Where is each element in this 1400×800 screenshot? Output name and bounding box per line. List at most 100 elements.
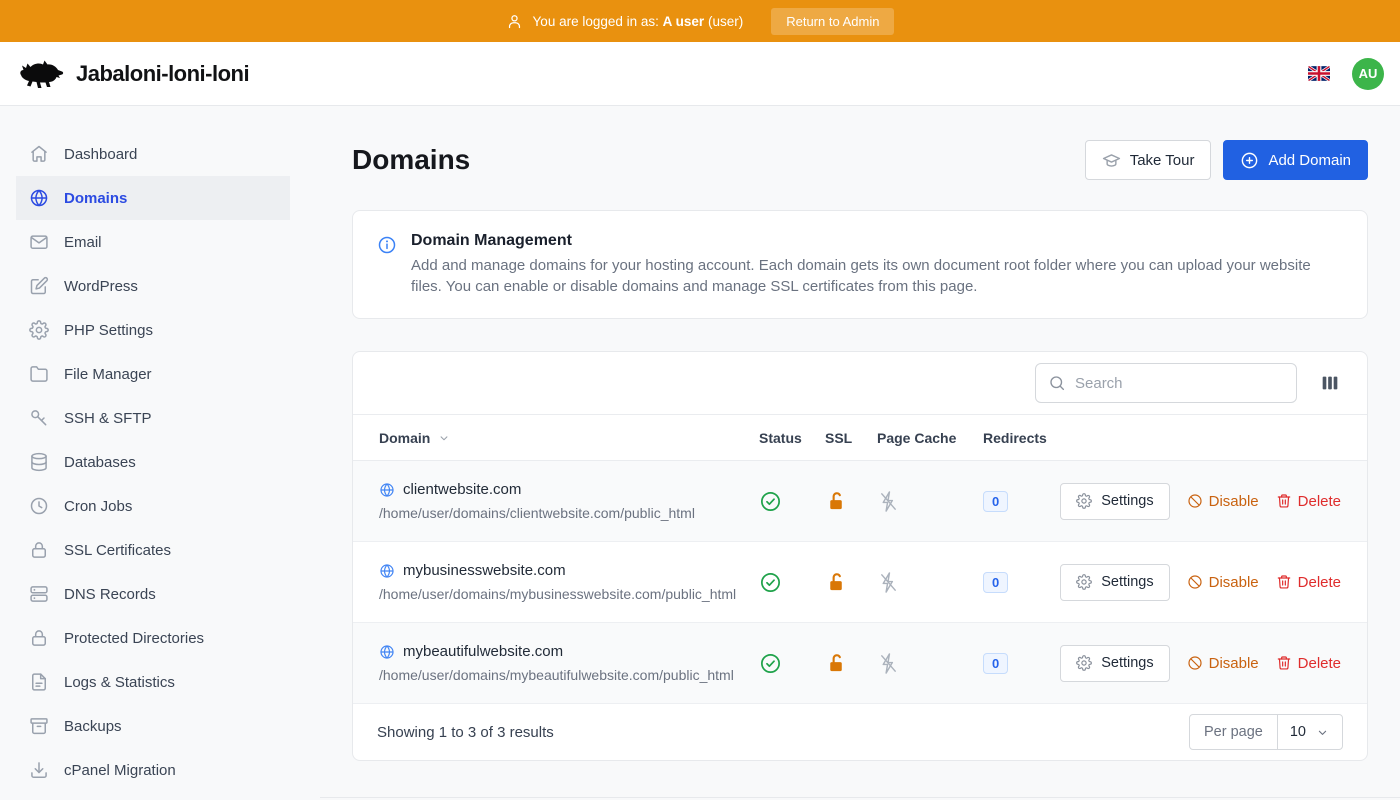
- mail-icon: [28, 232, 50, 252]
- page-title: Domains: [352, 144, 470, 176]
- domain-path: /home/user/domains/mybusinesswebsite.com…: [379, 586, 759, 602]
- sidebar-item[interactable]: Protected Directories: [16, 616, 290, 660]
- ssl-unlocked-icon[interactable]: [825, 652, 877, 675]
- domain-name[interactable]: mybeautifulwebsite.com: [403, 643, 563, 660]
- document-icon: [28, 672, 50, 692]
- sidebar-item-label: Backups: [64, 718, 122, 735]
- brand-name: Jabaloni-loni-loni: [76, 61, 249, 87]
- return-to-admin-button[interactable]: Return to Admin: [771, 8, 894, 35]
- page-cache-disabled-icon: [877, 571, 983, 594]
- sidebar-item-label: Protected Directories: [64, 630, 204, 647]
- domain-row: mybeautifulwebsite.com /home/user/domain…: [353, 623, 1367, 704]
- sidebar-item-label: DNS Records: [64, 586, 156, 603]
- column-header-domain[interactable]: Domain: [379, 430, 759, 446]
- impersonation-banner: You are logged in as: A user (user) Retu…: [0, 0, 1400, 42]
- redirects-count-badge[interactable]: 0: [983, 491, 1008, 512]
- add-domain-button[interactable]: Add Domain: [1223, 140, 1368, 180]
- redirects-count-badge[interactable]: 0: [983, 572, 1008, 593]
- delete-button[interactable]: Delete: [1276, 655, 1341, 672]
- domains-table-card: Domain Status SSL Page Cache Redirects: [352, 351, 1368, 761]
- footer-divider: [320, 797, 1400, 798]
- database-icon: [28, 452, 50, 472]
- banner-message: You are logged in as: A user (user): [533, 14, 744, 29]
- sidebar-item[interactable]: DNS Records: [16, 572, 290, 616]
- sidebar-item[interactable]: Backups: [16, 704, 290, 748]
- delete-button[interactable]: Delete: [1276, 493, 1341, 510]
- sidebar-item[interactable]: Cron Jobs: [16, 484, 290, 528]
- key-icon: [28, 408, 50, 428]
- sidebar: Dashboard Domains Email WordPress: [0, 106, 320, 800]
- take-tour-button[interactable]: Take Tour: [1085, 140, 1212, 180]
- page-cache-disabled-icon: [877, 652, 983, 675]
- column-header-ssl: SSL: [825, 430, 877, 446]
- domain-globe-icon: [379, 482, 395, 498]
- globe-icon: [28, 188, 50, 208]
- ssl-unlocked-icon[interactable]: [825, 490, 877, 513]
- sidebar-item-label: WordPress: [64, 278, 138, 295]
- delete-button[interactable]: Delete: [1276, 574, 1341, 591]
- ban-icon: [1187, 655, 1203, 671]
- trash-icon: [1276, 574, 1292, 590]
- per-page-select[interactable]: Per page 10: [1189, 714, 1343, 750]
- sidebar-item[interactable]: Dashboard: [16, 132, 290, 176]
- results-summary: Showing 1 to 3 of 3 results: [377, 724, 554, 741]
- disable-button[interactable]: Disable: [1187, 574, 1259, 591]
- column-header-page-cache: Page Cache: [877, 430, 983, 446]
- redirects-count-badge[interactable]: 0: [983, 653, 1008, 674]
- gear-icon: [1076, 655, 1092, 671]
- domain-path: /home/user/domains/clientwebsite.com/pub…: [379, 505, 759, 521]
- lock-icon: [28, 540, 50, 560]
- domain-name[interactable]: mybusinesswebsite.com: [403, 562, 566, 579]
- column-header-status: Status: [759, 430, 825, 446]
- pencil-square-icon: [28, 276, 50, 296]
- info-card-body: Add and manage domains for your hosting …: [411, 256, 1311, 297]
- settings-button[interactable]: Settings: [1060, 564, 1169, 601]
- status-enabled-icon: [759, 490, 825, 513]
- settings-button[interactable]: Settings: [1060, 645, 1169, 682]
- domain-row: clientwebsite.com /home/user/domains/cli…: [353, 461, 1367, 542]
- sidebar-item[interactable]: WordPress: [16, 264, 290, 308]
- disable-button[interactable]: Disable: [1187, 655, 1259, 672]
- sort-chevron-icon: [437, 431, 451, 445]
- sidebar-item[interactable]: Logs & Statistics: [16, 660, 290, 704]
- sidebar-item-label: Logs & Statistics: [64, 674, 175, 691]
- disable-button[interactable]: Disable: [1187, 493, 1259, 510]
- domain-row: mybusinesswebsite.com /home/user/domains…: [353, 542, 1367, 623]
- sidebar-item[interactable]: Domains: [16, 176, 290, 220]
- trash-icon: [1276, 655, 1292, 671]
- search-icon: [1048, 374, 1066, 392]
- sidebar-item-label: cPanel Migration: [64, 762, 176, 779]
- domain-name[interactable]: clientwebsite.com: [403, 481, 521, 498]
- search-box: [1035, 363, 1297, 403]
- status-enabled-icon: [759, 652, 825, 675]
- ban-icon: [1187, 574, 1203, 590]
- sidebar-item[interactable]: SSL Certificates: [16, 528, 290, 572]
- archive-icon: [28, 716, 50, 736]
- ssl-unlocked-icon[interactable]: [825, 571, 877, 594]
- brand[interactable]: Jabaloni-loni-loni: [16, 57, 249, 91]
- sidebar-item-label: SSL Certificates: [64, 542, 171, 559]
- sidebar-item-label: Dashboard: [64, 146, 137, 163]
- plus-circle-icon: [1240, 151, 1259, 170]
- language-flag-icon[interactable]: [1308, 66, 1330, 81]
- server-icon: [28, 584, 50, 604]
- sidebar-item[interactable]: File Manager: [16, 352, 290, 396]
- domain-path: /home/user/domains/mybeautifulwebsite.co…: [379, 667, 759, 683]
- sidebar-item[interactable]: SSH & SFTP: [16, 396, 290, 440]
- avatar[interactable]: AU: [1352, 58, 1384, 90]
- gear-icon: [1076, 574, 1092, 590]
- info-icon: [377, 235, 397, 297]
- search-input[interactable]: [1075, 375, 1284, 392]
- sidebar-item[interactable]: Email: [16, 220, 290, 264]
- sidebar-item[interactable]: PHP Settings: [16, 308, 290, 352]
- table-body: clientwebsite.com /home/user/domains/cli…: [353, 461, 1367, 704]
- column-header-redirects: Redirects: [983, 430, 1069, 446]
- chevron-down-icon: [1315, 725, 1330, 740]
- sidebar-item-label: Databases: [64, 454, 136, 471]
- column-toggle-icon[interactable]: [1317, 370, 1343, 396]
- sidebar-item[interactable]: Databases: [16, 440, 290, 484]
- settings-button[interactable]: Settings: [1060, 483, 1169, 520]
- domain-globe-icon: [379, 563, 395, 579]
- sidebar-item[interactable]: cPanel Migration: [16, 748, 290, 792]
- info-card-title: Domain Management: [411, 232, 1311, 250]
